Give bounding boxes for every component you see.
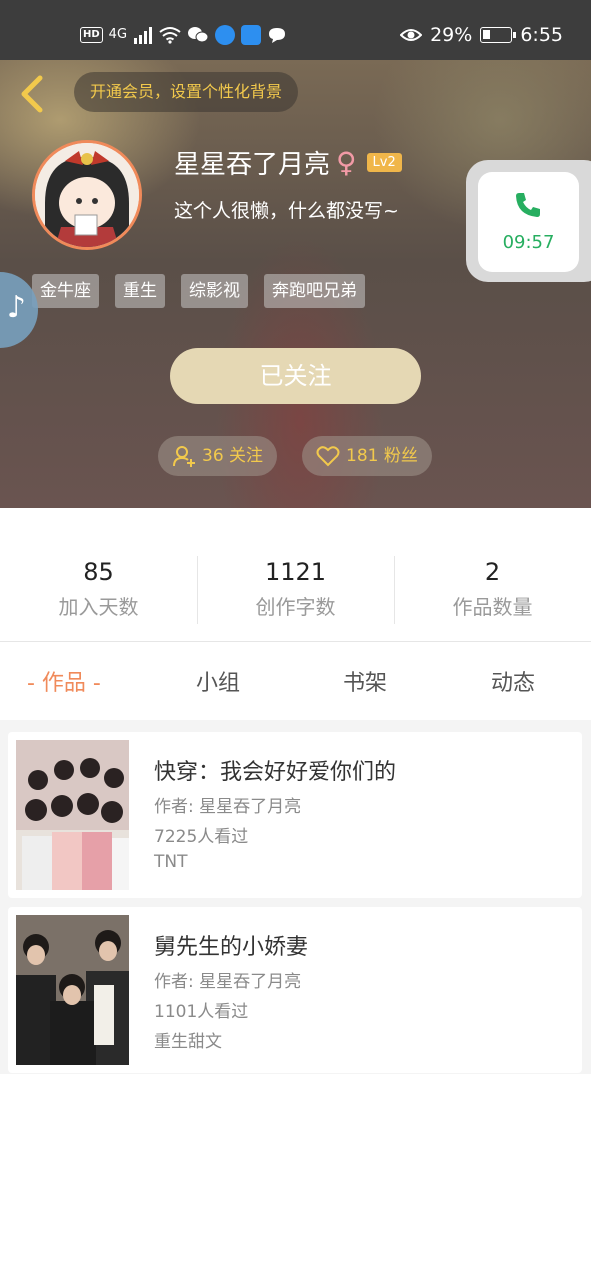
user-name: 星星吞了月亮: [174, 150, 331, 180]
tag-item[interactable]: 重生: [115, 274, 165, 308]
book-tag: 重生甜文: [154, 1032, 222, 1052]
eye-icon: [400, 29, 423, 41]
female-icon: ♀: [336, 146, 357, 179]
tab-works[interactable]: - 作品 -: [27, 660, 101, 708]
stat-value: 85: [83, 558, 114, 586]
stat-label: 加入天数: [58, 595, 139, 619]
book-title: 快穿：我会好好爱你们的: [154, 760, 397, 785]
fans-count: 181 粉丝: [346, 446, 418, 466]
user-bio: 这个人很懒，什么都没写~: [174, 200, 399, 222]
phone-icon: [516, 193, 540, 217]
call-float-widget[interactable]: 09:57: [466, 160, 591, 282]
battery-percent: 29%: [430, 24, 473, 46]
call-timer: 09:57: [502, 232, 555, 253]
list-item[interactable]: 舅先生的小娇妻 作者: 星星吞了月亮 1101人看过 重生甜文: [8, 907, 582, 1073]
tag-item[interactable]: 金牛座: [32, 274, 99, 308]
status-icons-right: 29% 6:55: [400, 24, 563, 46]
level-badge: Lv2: [366, 153, 402, 172]
stat-value: 1121: [264, 558, 327, 586]
book-tag: TNT: [154, 852, 188, 872]
avatar[interactable]: [32, 140, 142, 250]
chevron-left-icon[interactable]: [16, 74, 48, 114]
cover-image: [16, 740, 129, 890]
battery-fill: [483, 30, 491, 39]
book-title: 舅先生的小娇妻: [154, 935, 309, 960]
add-user-icon: [173, 446, 195, 467]
app-notification-icon: [215, 25, 236, 45]
list-item[interactable]: 快穿：我会好好爱你们的 作者: 星星吞了月亮 7225人看过 TNT: [8, 732, 582, 898]
app-badge-icon: [241, 25, 262, 45]
clock: 6:55: [520, 24, 563, 46]
fans-pill[interactable]: 181 粉丝: [302, 436, 432, 476]
hd-icon: HD: [80, 27, 103, 43]
music-note-icon: ♪: [6, 290, 26, 325]
following-pill[interactable]: 36 关注: [158, 436, 278, 476]
status-icons-left: HD 4G: [80, 24, 287, 46]
stat-label: 创作字数: [255, 595, 336, 619]
following-count: 36 关注: [202, 446, 264, 466]
profile-header: 开通会员，设置个性化背景 星星吞了月亮 ♀ Lv2 这个人很懒，什么都没写~ 金…: [0, 60, 591, 508]
message-icon: [269, 28, 286, 43]
stat-words: 1121 创作字数: [197, 552, 394, 628]
tag-item[interactable]: 综影视: [181, 274, 248, 308]
profile-tabs: - 作品 - 小组 书架 动态: [0, 660, 591, 708]
tab-activity[interactable]: 动态: [491, 660, 535, 708]
signal-icon: [134, 27, 153, 44]
stats-row: 85 加入天数 1121 创作字数 2 作品数量: [0, 552, 591, 628]
call-widget-card[interactable]: 09:57: [478, 172, 579, 272]
status-bar: HD 4G 29% 6:55: [0, 0, 591, 60]
avatar-illustration: [35, 143, 139, 247]
tag-item[interactable]: 奔跑吧兄弟: [264, 274, 365, 308]
network-type: 4G: [108, 27, 128, 42]
stat-label: 作品数量: [452, 595, 533, 619]
user-name-row: 星星吞了月亮 ♀ Lv2: [174, 144, 402, 181]
stat-days: 85 加入天数: [0, 552, 197, 628]
vip-background-banner[interactable]: 开通会员，设置个性化背景: [74, 72, 299, 112]
book-cover: [16, 740, 129, 890]
battery-icon: [480, 27, 517, 43]
cover-image: [16, 915, 129, 1065]
follow-button[interactable]: 已关注: [170, 348, 421, 404]
book-views: 7225人看过: [154, 827, 249, 847]
stat-works: 2 作品数量: [394, 552, 591, 628]
tab-groups[interactable]: 小组: [196, 660, 240, 708]
wifi-icon: [159, 27, 181, 44]
wechat-icon: [188, 27, 209, 43]
book-cover: [16, 915, 129, 1065]
divider: [0, 641, 591, 642]
book-views: 1101人看过: [154, 1002, 249, 1022]
book-author: 作者: 星星吞了月亮: [154, 797, 302, 817]
book-author: 作者: 星星吞了月亮: [154, 972, 302, 992]
tab-bookshelf[interactable]: 书架: [343, 660, 387, 708]
heart-icon: [316, 446, 340, 467]
stat-value: 2: [484, 558, 501, 586]
interest-tags: 金牛座 重生 综影视 奔跑吧兄弟: [32, 274, 365, 308]
